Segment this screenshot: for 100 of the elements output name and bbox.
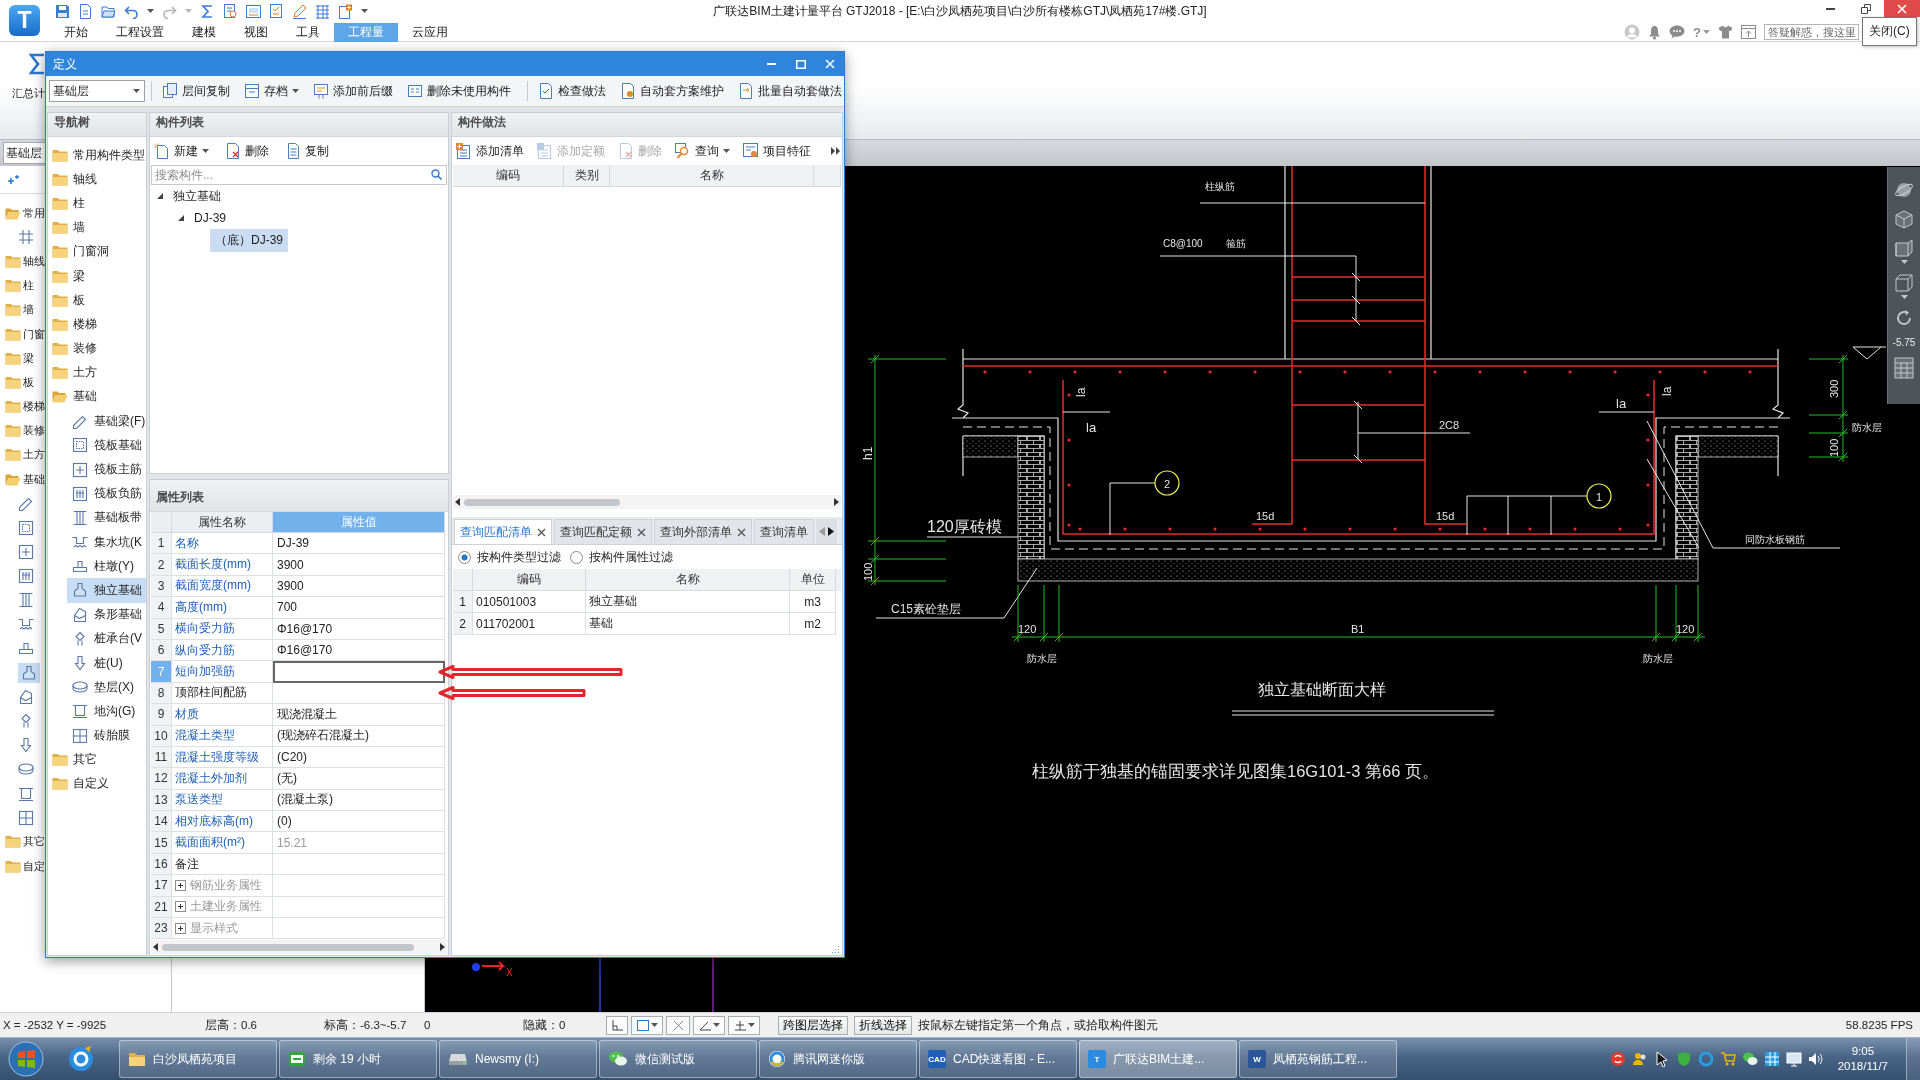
column-header[interactable]: 编码 xyxy=(453,165,564,187)
nav-item[interactable]: 柱 xyxy=(48,191,146,216)
row-number[interactable]: 8 xyxy=(151,682,172,705)
snap-button[interactable] xyxy=(693,1015,725,1035)
nav-item[interactable]: 其它 xyxy=(0,829,45,855)
add-file-icon[interactable] xyxy=(338,3,353,19)
menu-tab[interactable]: 开始 xyxy=(50,23,102,42)
report-icon[interactable] xyxy=(223,3,238,19)
row-number[interactable]: 11 xyxy=(151,746,172,769)
menu-tab[interactable]: 建模 xyxy=(178,23,230,42)
nav-item[interactable]: 其它 xyxy=(48,747,146,772)
strip-footing-icon[interactable] xyxy=(18,688,34,705)
slab-icon[interactable] xyxy=(18,519,34,536)
nav-item[interactable]: 楼梯 xyxy=(48,312,146,337)
orbit-icon[interactable] xyxy=(1894,180,1914,200)
nav-item[interactable]: 板 xyxy=(48,288,146,313)
tab[interactable]: 查询外部清单 xyxy=(654,519,752,544)
nav-item[interactable]: 装修 xyxy=(48,336,146,361)
checklist-icon[interactable] xyxy=(269,3,284,19)
tab[interactable]: 查询匹配定额 xyxy=(554,519,652,544)
grid-icon[interactable] xyxy=(1763,1051,1780,1067)
nav-item[interactable]: 桩承台(V xyxy=(67,626,146,651)
row-number[interactable]: 17 xyxy=(151,875,172,897)
clock-time[interactable]: 9:05 xyxy=(1851,1044,1875,1059)
close-icon[interactable] xyxy=(637,527,646,537)
nav-item[interactable]: 基础板带 xyxy=(67,505,146,530)
search-field[interactable]: 答疑解惑，搜这里 xyxy=(1764,24,1859,40)
row-number[interactable]: 13 xyxy=(151,789,172,812)
tree-item[interactable]: 独立基础 xyxy=(168,184,226,208)
slab-bars-icon[interactable] xyxy=(18,567,34,584)
shirt-icon[interactable] xyxy=(1718,25,1733,39)
round-logo-icon[interactable] xyxy=(1609,1051,1626,1067)
tree-item[interactable]: （底）DJ-39 xyxy=(210,228,288,252)
horizontal-scrollbar[interactable] xyxy=(453,495,841,509)
nav-item[interactable]: 常用 xyxy=(0,201,45,226)
scroll-right-icon[interactable] xyxy=(828,527,834,536)
show-desktop-button[interactable] xyxy=(1906,1038,1920,1080)
table-icon[interactable] xyxy=(315,3,330,19)
ring-icon[interactable] xyxy=(1697,1051,1714,1067)
scrollbar-thumb[interactable] xyxy=(162,943,414,951)
tree-item[interactable]: DJ-39 xyxy=(189,208,231,228)
search-icon[interactable] xyxy=(431,169,442,180)
row-number[interactable]: 1 xyxy=(151,533,172,555)
toolbar-button[interactable]: 删除 xyxy=(223,140,271,162)
nav-item[interactable]: 筏板负筋 xyxy=(67,481,146,506)
toolbar-button[interactable]: 项目特征 xyxy=(741,140,813,162)
new-file-icon[interactable] xyxy=(78,3,93,19)
trench-icon[interactable] xyxy=(18,785,34,802)
toolbar-button[interactable]: 层间复制 xyxy=(158,79,234,103)
row-number[interactable]: 12 xyxy=(151,768,172,790)
tab[interactable]: 查询清单 xyxy=(754,519,814,544)
nav-item[interactable]: 柱 xyxy=(0,273,34,298)
row-number[interactable]: 16 xyxy=(151,853,172,876)
toolbar-button[interactable]: 新建 xyxy=(152,140,211,162)
row-number[interactable]: 14 xyxy=(151,811,172,833)
cube-icon[interactable] xyxy=(1894,209,1914,229)
row-number[interactable]: 1 xyxy=(453,591,473,613)
rotate-icon[interactable] xyxy=(1894,308,1914,328)
add-icon[interactable] xyxy=(7,173,20,186)
pile-cap-icon[interactable] xyxy=(18,713,34,730)
radio-option[interactable]: 按构件类型过滤 xyxy=(458,548,561,566)
toolbar-button[interactable]: 复制 xyxy=(283,140,331,162)
row-number[interactable]: 3 xyxy=(151,575,172,598)
close-button[interactable] xyxy=(1884,0,1920,17)
open-folder-icon[interactable] xyxy=(101,3,116,19)
monitor-icon[interactable] xyxy=(1785,1051,1802,1067)
floor-select[interactable]: 基础层 xyxy=(49,80,145,102)
row-number[interactable]: 10 xyxy=(151,725,172,747)
scroll-right-icon[interactable] xyxy=(834,498,839,506)
nav-item[interactable]: 地沟(G) xyxy=(67,699,146,724)
expand-icon[interactable] xyxy=(175,901,186,913)
expand-icon[interactable] xyxy=(175,922,186,934)
close-icon[interactable] xyxy=(537,527,546,537)
window-icon[interactable] xyxy=(1741,25,1756,39)
nav-item[interactable]: 桩(U) xyxy=(67,650,146,676)
toolbar-button[interactable]: 添加清单 xyxy=(454,140,526,162)
nav-item[interactable]: 基础梁(F) xyxy=(67,409,146,434)
expanded-caret-icon[interactable] xyxy=(177,214,185,222)
nav-item[interactable]: 楼梯 xyxy=(0,394,45,419)
taskbar-button[interactable]: T 广联达BIM土建... xyxy=(1079,1040,1237,1078)
column-header[interactable]: 名称 xyxy=(610,165,814,187)
status-button[interactable]: 折线选择 xyxy=(854,1015,912,1035)
menu-tab[interactable]: 视图 xyxy=(230,23,282,42)
pencil-icon[interactable] xyxy=(292,3,307,19)
nav-item[interactable]: 墙 xyxy=(0,297,34,322)
row-number[interactable]: 9 xyxy=(151,704,172,726)
nav-item[interactable]: 土方 xyxy=(0,442,45,468)
chat-icon[interactable] xyxy=(1669,25,1686,39)
disc-icon[interactable] xyxy=(18,761,34,778)
expand-icon[interactable] xyxy=(175,879,186,891)
cube-icon[interactable] xyxy=(1894,238,1914,258)
taskbar-button[interactable]: 腾讯网迷你版 xyxy=(759,1040,917,1078)
row-number[interactable]: 21 xyxy=(151,896,172,919)
row-number[interactable]: 4 xyxy=(151,597,172,619)
pile-icon[interactable] xyxy=(18,737,34,754)
nav-item[interactable]: 土方 xyxy=(48,360,146,385)
nav-item[interactable]: 梁 xyxy=(48,263,146,289)
beam-icon[interactable] xyxy=(18,495,34,512)
cursor-icon[interactable] xyxy=(1653,1051,1670,1067)
save-icon[interactable] xyxy=(55,3,70,19)
